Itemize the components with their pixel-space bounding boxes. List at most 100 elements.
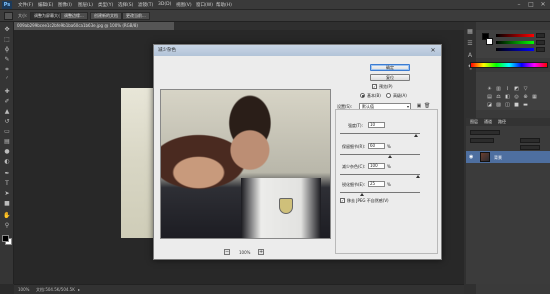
selective-color-icon[interactable]: ■	[513, 102, 520, 108]
red-slider[interactable]	[496, 34, 534, 37]
menu-file[interactable]: 文件(F)	[18, 2, 33, 8]
document-tabs: 009ab299bcee1c2bfe9b1ba60ca1b63e.jpg @ 1…	[14, 22, 464, 30]
blue-slider[interactable]	[496, 48, 534, 51]
hand-icon[interactable]: ✋	[3, 212, 11, 220]
layer-name[interactable]: 背景	[494, 155, 502, 161]
move-icon[interactable]: ✥	[3, 26, 11, 34]
tab-layers[interactable]: 图层	[470, 119, 478, 125]
layer-row-background[interactable]	[466, 151, 550, 163]
photo-filter-icon[interactable]: ◎	[513, 94, 520, 100]
preserve-details-slider-thumb[interactable]	[387, 155, 392, 158]
vibrance-icon[interactable]: ▽	[522, 86, 529, 92]
color-lookup-icon[interactable]: ▦	[531, 94, 538, 100]
curves-icon[interactable]: ⌇	[504, 86, 511, 92]
maximize-button[interactable]: □	[526, 1, 536, 9]
zoom-icon[interactable]: ⚲	[3, 222, 11, 230]
eraser-icon[interactable]: ▭	[3, 128, 11, 136]
menu-help[interactable]: 帮助(H)	[216, 2, 232, 8]
menu-3d[interactable]: 3D(D)	[158, 2, 171, 7]
strength-slider-thumb[interactable]	[414, 134, 418, 137]
reduce-color-noise-unit: %	[387, 164, 391, 169]
character-panel-icon[interactable]: A	[466, 52, 474, 60]
healing-icon[interactable]: ✚	[3, 88, 11, 96]
strength-field[interactable]: 10	[368, 122, 385, 128]
tab-channels[interactable]: 通道	[484, 119, 492, 125]
shape-icon[interactable]: ■	[3, 200, 11, 208]
history-panel-icon[interactable]: ▦	[466, 28, 474, 36]
menu-edit[interactable]: 编辑(E)	[38, 2, 53, 8]
black-white-icon[interactable]: ◧	[504, 94, 511, 100]
zoom-in-button[interactable]: +	[258, 249, 264, 255]
stamp-icon[interactable]: ▲	[3, 108, 11, 116]
options-button-3[interactable]: 更改当前...	[122, 12, 150, 20]
options-button-1[interactable]: 调整边缘...	[60, 12, 88, 20]
menu-view[interactable]: 视图(V)	[176, 2, 192, 8]
foreground-color-fill	[2, 235, 9, 242]
eye-icon[interactable]: ◉	[469, 154, 473, 160]
ok-button[interactable]: 确定	[370, 64, 410, 71]
color-balance-icon[interactable]: ⚖	[495, 94, 502, 100]
reset-button[interactable]: 复位	[370, 74, 410, 81]
green-slider[interactable]	[496, 41, 534, 44]
close-button[interactable]: ✕	[538, 1, 548, 9]
levels-icon[interactable]: ▥	[495, 86, 502, 92]
status-zoom[interactable]: 100%	[18, 287, 29, 292]
eyedropper-icon[interactable]: ᐟ	[3, 76, 11, 84]
preserve-details-field[interactable]: 60	[368, 143, 385, 149]
history-brush-icon[interactable]: ↺	[3, 118, 11, 126]
menu-type[interactable]: 类型(Y)	[98, 2, 113, 8]
invert-icon[interactable]: ◪	[486, 102, 493, 108]
red-value[interactable]	[536, 33, 545, 38]
fill-field[interactable]	[520, 145, 540, 150]
brightness-icon[interactable]: ☀	[486, 86, 493, 92]
tab-paths[interactable]: 路径	[498, 119, 506, 125]
brush-icon[interactable]: ✐	[3, 98, 11, 106]
status-arrow-icon[interactable]: ▸	[78, 287, 80, 292]
remove-jpeg-artifact-checkbox[interactable]: ✓	[340, 198, 345, 203]
pen-icon[interactable]: ✒	[3, 170, 11, 178]
blend-mode-dropdown[interactable]	[470, 138, 494, 143]
gradient-icon[interactable]: ▤	[3, 138, 11, 146]
mode-basic-radio[interactable]	[360, 93, 365, 98]
sharpen-details-slider-thumb[interactable]	[360, 193, 365, 196]
current-tool-icon[interactable]	[4, 12, 13, 20]
menu-filter[interactable]: 滤镜(T)	[138, 2, 153, 8]
menu-select[interactable]: 选择(S)	[118, 2, 133, 8]
channel-mixer-icon[interactable]: ⊕	[522, 94, 529, 100]
marquee-icon[interactable]: ⬚	[3, 36, 11, 44]
sharpen-details-field[interactable]: 25	[368, 181, 385, 187]
menu-image[interactable]: 图像(I)	[58, 2, 72, 8]
color-spectrum[interactable]	[470, 62, 548, 68]
menu-layer[interactable]: 图层(L)	[78, 2, 93, 8]
menu-window[interactable]: 窗口(W)	[196, 2, 213, 8]
blue-value[interactable]	[536, 47, 545, 52]
mode-advanced-radio[interactable]	[386, 93, 391, 98]
crop-icon[interactable]: ⌗	[3, 66, 11, 74]
quick-select-icon[interactable]: ✎	[3, 56, 11, 64]
blur-icon[interactable]: ●	[3, 148, 11, 156]
reduce-color-noise-slider-thumb[interactable]	[415, 175, 420, 178]
opacity-field[interactable]	[520, 138, 540, 143]
lasso-icon[interactable]: ϕ	[3, 46, 11, 54]
green-value[interactable]	[536, 40, 545, 45]
gradient-map-icon[interactable]: ▬	[522, 102, 529, 108]
path-select-icon[interactable]: ➤	[3, 190, 11, 198]
properties-panel-icon[interactable]: ☰	[466, 40, 474, 48]
dialog-close-icon[interactable]: ✕	[429, 47, 437, 54]
minimize-button[interactable]: –	[514, 1, 524, 9]
exposure-icon[interactable]: ◩	[513, 86, 520, 92]
document-tab[interactable]: 009ab299bcee1c2bfe9b1ba60ca1b63e.jpg @ 1…	[14, 22, 174, 30]
zoom-out-button[interactable]: −	[224, 249, 230, 255]
hue-sat-icon[interactable]: ▤	[486, 94, 493, 100]
filter-preview[interactable]	[160, 89, 331, 239]
posterize-icon[interactable]: ▨	[495, 102, 502, 108]
threshold-icon[interactable]: ◫	[504, 102, 511, 108]
reduce-color-noise-field[interactable]: 100	[368, 163, 385, 169]
dialog-titlebar[interactable]: 减少杂色	[154, 45, 441, 56]
preview-checkbox[interactable]: ✓	[372, 84, 377, 89]
dodge-icon[interactable]: ◐	[3, 158, 11, 166]
layer-filter-dropdown[interactable]	[470, 130, 500, 135]
options-button-2[interactable]: 创建新的文档	[90, 12, 122, 20]
color-background-swatch[interactable]	[486, 38, 493, 45]
type-icon[interactable]: T	[3, 180, 11, 188]
